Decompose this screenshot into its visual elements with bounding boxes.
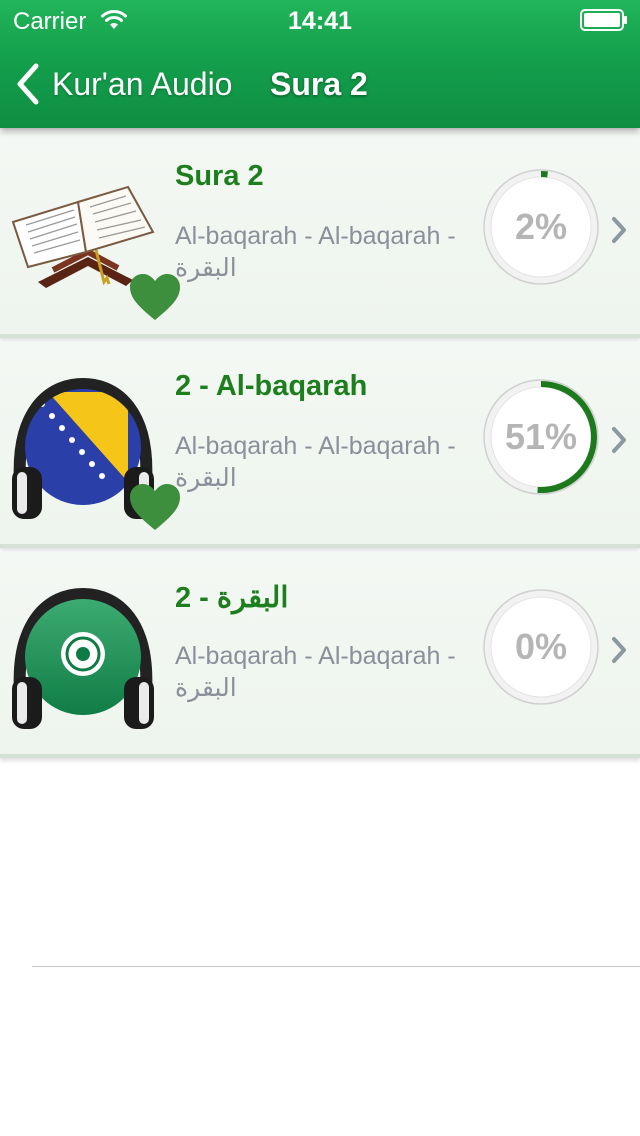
row-title: 2 - Al-baqarah: [175, 370, 368, 402]
chevron-right-icon: [612, 427, 626, 453]
row-subtitle: Al-baqarah - Al-baqarah - البقرة: [175, 432, 456, 492]
row-title: Sura 2: [175, 160, 264, 192]
progress-label: 2%: [514, 206, 568, 247]
row-title: 2 - البقرة: [175, 582, 289, 614]
row-subtitle: Al-baqarah - Al-baqarah - البقرة: [175, 222, 456, 282]
progress-ring[interactable]: 2%: [482, 168, 600, 286]
header: Carrier 14:41 Kur'an Audio Sura 2: [0, 0, 640, 128]
back-chevron-icon: [17, 63, 39, 105]
list-item[interactable]: 2 - البقرة Al-baqarah - Al-baqarah - الب…: [0, 552, 640, 758]
progress-label: 0%: [514, 626, 568, 667]
row-subtitle: Al-baqarah - Al-baqarah - البقرة: [175, 642, 456, 702]
list-item[interactable]: 2 - Al-baqarah Al-baqarah - Al-baqarah -…: [0, 342, 640, 548]
battery-icon: [580, 9, 627, 31]
progress-ring[interactable]: 0%: [482, 588, 600, 706]
favorite-heart-icon[interactable]: [128, 482, 182, 532]
navigation-bar: Kur'an Audio Sura 2: [0, 40, 640, 128]
progress-ring[interactable]: 51%: [482, 378, 600, 496]
list-item[interactable]: Sura 2 Al-baqarah - Al-baqarah - البقرة …: [0, 132, 640, 338]
arab-league-flag-headphones-icon: [12, 587, 154, 729]
page-title: Sura 2: [270, 66, 368, 102]
back-button[interactable]: Kur'an Audio: [14, 60, 232, 108]
progress-label: 51%: [504, 416, 578, 457]
favorite-heart-icon[interactable]: [128, 272, 182, 322]
chevron-right-icon: [612, 637, 626, 663]
empty-row-separator: [32, 966, 640, 967]
back-label: Kur'an Audio: [52, 65, 233, 102]
chevron-right-icon: [612, 217, 626, 243]
status-bar: Carrier 14:41: [0, 0, 640, 40]
clock: 14:41: [288, 7, 352, 35]
